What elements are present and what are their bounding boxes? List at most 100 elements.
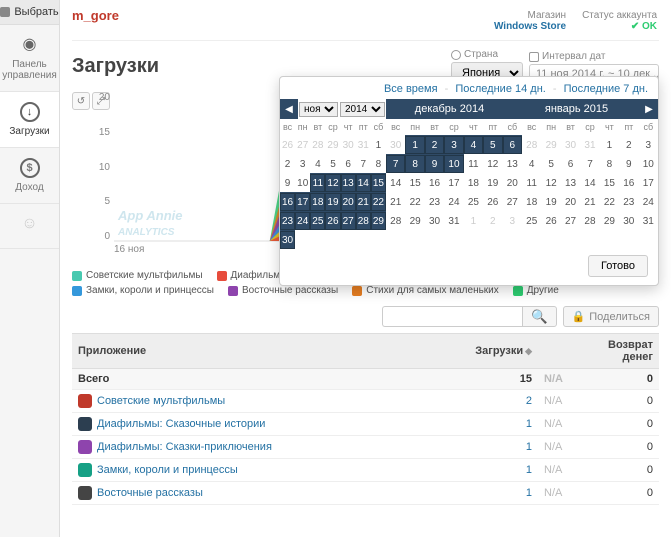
day-cell[interactable] — [356, 230, 371, 249]
day-cell[interactable]: 28 — [386, 211, 405, 230]
day-cell[interactable]: 17 — [444, 173, 463, 192]
day-cell[interactable]: 30 — [561, 135, 580, 154]
day-cell[interactable]: 27 — [561, 211, 580, 230]
day-cell[interactable]: 23 — [619, 192, 638, 211]
day-cell[interactable]: 24 — [295, 211, 310, 230]
day-cell[interactable]: 26 — [483, 192, 502, 211]
day-cell[interactable]: 21 — [386, 192, 405, 211]
legend-item[interactable]: Замки, короли и принцессы — [72, 285, 214, 296]
day-cell[interactable] — [325, 230, 340, 249]
day-cell[interactable]: 7 — [386, 154, 405, 173]
day-cell[interactable]: 31 — [444, 211, 463, 230]
day-cell[interactable]: 14 — [356, 173, 371, 192]
day-cell[interactable]: 2 — [483, 211, 502, 230]
day-cell[interactable]: 24 — [639, 192, 658, 211]
day-cell[interactable]: 7 — [356, 154, 371, 173]
day-cell[interactable]: 8 — [405, 154, 424, 173]
day-cell[interactable]: 28 — [580, 211, 599, 230]
app-link[interactable]: Диафильмы: Сказки-приключения — [97, 441, 272, 453]
day-cell[interactable]: 27 — [295, 135, 310, 154]
day-cell[interactable] — [295, 230, 310, 249]
day-cell[interactable]: 9 — [280, 173, 295, 192]
day-cell[interactable]: 4 — [464, 135, 483, 154]
day-cell[interactable]: 25 — [310, 211, 325, 230]
day-cell[interactable]: 4 — [522, 154, 541, 173]
legend-item[interactable]: Стихи для самых маленьких — [352, 285, 499, 296]
day-cell[interactable]: 5 — [541, 154, 560, 173]
day-cell[interactable]: 1 — [464, 211, 483, 230]
day-cell[interactable] — [310, 230, 325, 249]
share-button[interactable]: 🔒 Поделиться — [563, 306, 659, 327]
legend-item[interactable]: Советские мультфильмы — [72, 270, 203, 281]
day-cell[interactable]: 30 — [386, 135, 405, 154]
col-downloads[interactable]: Загрузки◆ — [458, 334, 538, 369]
day-cell[interactable]: 8 — [371, 154, 386, 173]
day-cell[interactable] — [341, 230, 356, 249]
year-select[interactable]: 2014 — [340, 102, 385, 117]
legend-item[interactable]: Другие — [513, 285, 559, 296]
day-cell[interactable]: 11 — [310, 173, 325, 192]
day-cell[interactable]: 19 — [483, 173, 502, 192]
day-cell[interactable]: 6 — [561, 154, 580, 173]
nav-dashboard[interactable]: ◉ Панель управления — [0, 25, 59, 92]
day-cell[interactable]: 27 — [341, 211, 356, 230]
day-cell[interactable]: 29 — [325, 135, 340, 154]
day-cell[interactable]: 16 — [619, 173, 638, 192]
day-cell[interactable]: 16 — [425, 173, 444, 192]
day-cell[interactable]: 12 — [325, 173, 340, 192]
day-cell[interactable]: 30 — [619, 211, 638, 230]
next-month-button[interactable]: ▶ — [640, 99, 658, 119]
day-cell[interactable]: 26 — [280, 135, 295, 154]
day-cell[interactable]: 9 — [425, 154, 444, 173]
day-cell[interactable]: 2 — [280, 154, 295, 173]
day-cell[interactable]: 18 — [522, 192, 541, 211]
day-cell[interactable]: 1 — [405, 135, 424, 154]
month-select[interactable]: ноя — [299, 102, 338, 117]
day-cell[interactable]: 24 — [444, 192, 463, 211]
legend-item[interactable]: Восточные рассказы — [228, 285, 338, 296]
day-cell[interactable]: 28 — [356, 211, 371, 230]
day-cell[interactable]: 1 — [371, 135, 386, 154]
day-cell[interactable]: 3 — [639, 135, 658, 154]
day-cell[interactable]: 9 — [619, 154, 638, 173]
day-cell[interactable]: 29 — [405, 211, 424, 230]
day-cell[interactable]: 12 — [483, 154, 502, 173]
day-cell[interactable]: 30 — [425, 211, 444, 230]
preset-14[interactable]: Последние 14 дн. — [455, 83, 545, 95]
day-cell[interactable]: 1 — [600, 135, 619, 154]
day-cell[interactable]: 15 — [600, 173, 619, 192]
day-cell[interactable]: 26 — [541, 211, 560, 230]
day-cell[interactable]: 15 — [405, 173, 424, 192]
day-cell[interactable]: 31 — [580, 135, 599, 154]
day-cell[interactable]: 20 — [561, 192, 580, 211]
day-cell[interactable]: 4 — [310, 154, 325, 173]
preset-all[interactable]: Все время — [384, 83, 438, 95]
day-cell[interactable]: 29 — [600, 211, 619, 230]
reset-zoom-button[interactable]: ↺ — [72, 92, 90, 110]
day-cell[interactable]: 13 — [341, 173, 356, 192]
day-cell[interactable]: 10 — [639, 154, 658, 173]
preset-7[interactable]: Последние 7 дн. — [564, 83, 648, 95]
day-cell[interactable]: 6 — [341, 154, 356, 173]
day-cell[interactable]: 6 — [503, 135, 522, 154]
day-cell[interactable]: 26 — [325, 211, 340, 230]
day-cell[interactable]: 11 — [464, 154, 483, 173]
day-cell[interactable]: 2 — [425, 135, 444, 154]
col-app[interactable]: Приложение — [72, 334, 458, 369]
day-cell[interactable]: 10 — [295, 173, 310, 192]
day-cell[interactable]: 22 — [405, 192, 424, 211]
day-cell[interactable]: 3 — [444, 135, 463, 154]
day-cell[interactable]: 2 — [619, 135, 638, 154]
done-button[interactable]: Готово — [588, 255, 648, 277]
store-value[interactable]: Windows Store — [494, 21, 566, 32]
app-link[interactable]: Восточные рассказы — [97, 487, 203, 499]
day-cell[interactable]: 14 — [386, 173, 405, 192]
day-cell[interactable]: 29 — [371, 211, 386, 230]
day-cell[interactable]: 30 — [341, 135, 356, 154]
day-cell[interactable]: 28 — [522, 135, 541, 154]
day-cell[interactable]: 10 — [444, 154, 463, 173]
app-link[interactable]: Замки, короли и принцессы — [97, 464, 238, 476]
day-cell[interactable]: 31 — [356, 135, 371, 154]
day-cell[interactable]: 5 — [325, 154, 340, 173]
day-cell[interactable]: 12 — [541, 173, 560, 192]
